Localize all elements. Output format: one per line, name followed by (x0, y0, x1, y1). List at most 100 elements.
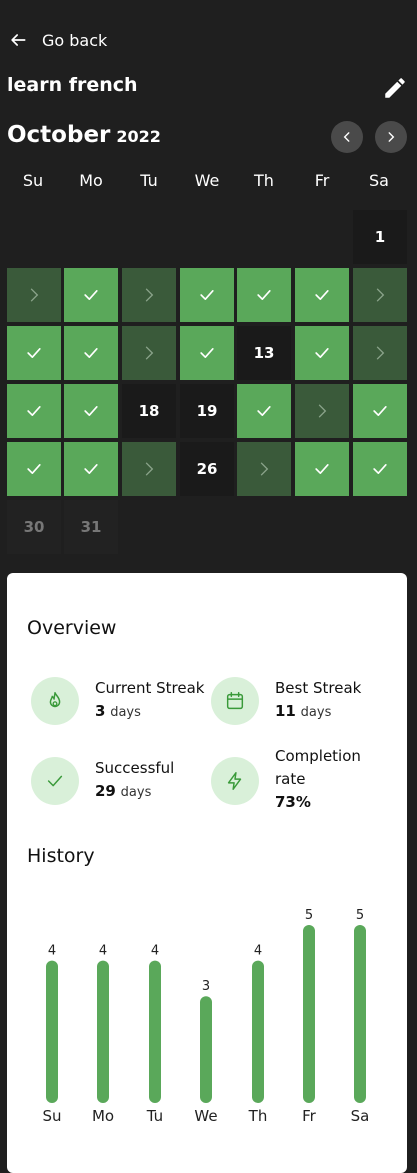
check-icon (84, 348, 98, 358)
history-day-label: Mo (92, 1107, 114, 1125)
month-year-label: October 2022 (7, 122, 161, 148)
check-icon (84, 290, 98, 300)
chevron-right-icon (30, 288, 39, 302)
history-day-label: Su (42, 1107, 61, 1125)
day-cell-completed[interactable] (180, 326, 234, 380)
day-cell-19[interactable]: 19 (180, 384, 234, 438)
day-cell-completed[interactable] (7, 384, 61, 438)
check-icon (27, 464, 41, 474)
day-cell-26[interactable]: 26 (180, 442, 234, 496)
day-number: 1 (374, 228, 386, 246)
history-bar-th (252, 960, 264, 1103)
day-cell-completed[interactable] (237, 384, 291, 438)
check-icon (315, 290, 329, 300)
history-chart: 4 Su 4 Mo 4 Tu 3 We 4 Th 5 Fr 5 Sa (42, 908, 370, 1125)
chevron-right-icon (376, 346, 385, 360)
check-icon (315, 348, 329, 358)
day-cell-skipped[interactable] (122, 442, 176, 496)
weekday-mo: Mo (79, 171, 103, 190)
prev-month-button[interactable] (331, 121, 363, 153)
check-icon (257, 290, 271, 300)
day-cell-skipped[interactable] (353, 326, 407, 380)
check-icon (257, 406, 271, 416)
history-bar-sa (354, 925, 366, 1103)
day-number: 31 (80, 518, 102, 536)
day-cell-completed[interactable] (64, 268, 118, 322)
weekday-su: Su (22, 171, 44, 190)
day-cell-18[interactable]: 18 (122, 384, 176, 438)
chevron-left-icon (343, 132, 350, 142)
chevron-right-icon (376, 288, 385, 302)
day-number: 26 (196, 460, 218, 478)
day-cell-completed[interactable] (64, 326, 118, 380)
day-cell-completed[interactable] (295, 442, 349, 496)
history-value-label: 4 (99, 944, 107, 959)
check-icon (84, 406, 98, 416)
day-cell-skipped[interactable] (7, 268, 61, 322)
day-cell-31[interactable]: 31 (64, 500, 118, 554)
history-value-label: 4 (254, 944, 262, 959)
check-icon (373, 464, 387, 474)
day-number: 19 (196, 402, 218, 420)
edit-icon[interactable] (382, 75, 408, 101)
day-cell-skipped[interactable] (122, 326, 176, 380)
weekday-fr: Fr (314, 171, 330, 190)
top-bar: Go back (0, 20, 417, 60)
chevron-right-icon (260, 462, 269, 476)
day-cell-skipped[interactable] (295, 384, 349, 438)
check-icon (373, 406, 387, 416)
day-cell-skipped[interactable] (237, 442, 291, 496)
day-cell-completed[interactable] (180, 268, 234, 322)
day-cell-1[interactable]: 1 (353, 210, 407, 264)
day-cell-completed[interactable] (64, 442, 118, 496)
history-day-label: We (194, 1107, 217, 1125)
day-cell-completed[interactable] (295, 268, 349, 322)
day-number: 30 (23, 518, 45, 536)
back-label: Go back (42, 30, 108, 50)
day-cell-completed[interactable] (7, 442, 61, 496)
day-cell-completed[interactable] (295, 326, 349, 380)
check-icon (315, 464, 329, 474)
history-value-label: 5 (356, 908, 364, 923)
arrow-left-icon (11, 34, 26, 46)
day-cell-completed[interactable] (353, 442, 407, 496)
weekday-tu: Tu (140, 171, 158, 190)
history-value-label: 5 (305, 908, 313, 923)
day-number: 13 (253, 344, 275, 362)
check-icon (84, 464, 98, 474)
back-button[interactable]: Go back (8, 30, 107, 50)
history-day-label: Th (248, 1107, 268, 1125)
habit-title: learn french (7, 74, 138, 96)
day-cell-completed[interactable] (237, 268, 291, 322)
chevron-right-icon (145, 346, 154, 360)
chevron-right-icon (388, 132, 395, 142)
history-day-label: Fr (302, 1107, 317, 1125)
month-name: October (7, 122, 111, 148)
year: 2022 (116, 127, 161, 146)
check-icon (27, 406, 41, 416)
day-cell-skipped[interactable] (122, 268, 176, 322)
chevron-right-icon (145, 288, 154, 302)
weekday-th: Th (254, 171, 274, 190)
history-bar-su (46, 960, 58, 1103)
history-value-label: 3 (202, 979, 210, 994)
chevron-right-icon (318, 404, 327, 418)
history-bar-tu (149, 960, 161, 1103)
day-cell-completed[interactable] (64, 384, 118, 438)
history-bar-fr (303, 925, 315, 1103)
check-icon (200, 348, 214, 358)
history-value-label: 4 (151, 944, 159, 959)
day-cell-completed[interactable] (353, 384, 407, 438)
chevron-right-icon (145, 462, 154, 476)
day-cell-completed[interactable] (7, 326, 61, 380)
check-icon (27, 348, 41, 358)
next-month-button[interactable] (375, 121, 407, 153)
weekday-sa: Sa (369, 171, 389, 190)
day-cell-13[interactable]: 13 (237, 326, 291, 380)
history-bar-mo (97, 960, 109, 1103)
history-day-label: Sa (351, 1107, 370, 1125)
weekday-we: We (194, 171, 220, 190)
day-cell-30[interactable]: 30 (7, 500, 61, 554)
stats-panel: Overview Current Streak 3 days Best Stre… (7, 573, 407, 1173)
day-cell-skipped[interactable] (353, 268, 407, 322)
